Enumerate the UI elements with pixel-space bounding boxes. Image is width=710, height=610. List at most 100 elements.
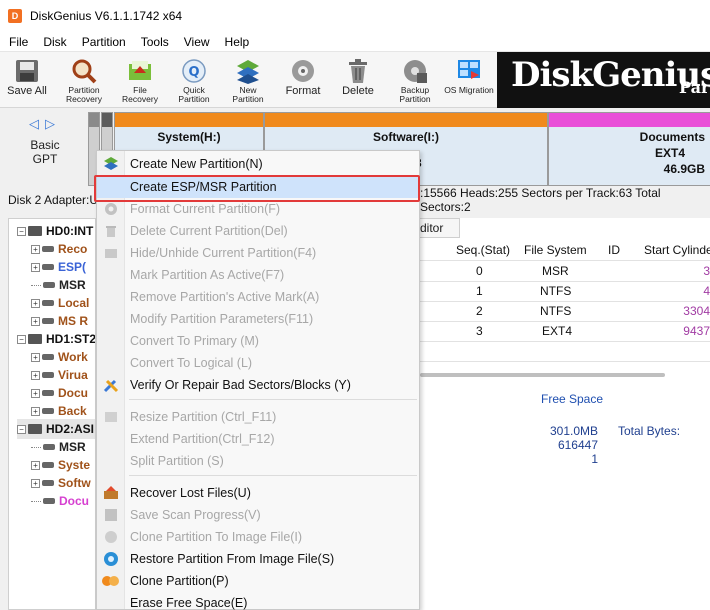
tree-part-msr3[interactable]: MSR [31,437,86,457]
col-start-cylinder[interactable]: Start Cylinde [638,240,710,260]
menu-extend-partition[interactable]: Extend Partition(Ctrl_F12) [97,428,419,450]
expand-icon[interactable]: + [31,478,40,488]
menu-convert-logical[interactable]: Convert To Logical (L) [97,352,419,374]
menu-clone-partition[interactable]: Clone Partition(P) [97,570,419,592]
delete-label: Delete [342,85,374,97]
file-recovery-button[interactable]: File Recovery [116,54,164,106]
tree-part-local[interactable]: + Local [31,293,89,313]
new-partition-button[interactable]: New Partition [224,54,272,106]
tree-part-esp[interactable]: + ESP( [31,257,86,277]
table-scrollbar[interactable] [420,373,665,377]
partition-icon [42,372,54,378]
tree-part-reco[interactable]: + Reco [31,239,87,259]
file-recovery-label: File Recovery [122,85,158,104]
expand-icon[interactable]: + [31,460,40,470]
disk-nav-arrows[interactable]: ◁▷ [10,116,80,132]
backup-partition-button[interactable]: Backup Partition [392,54,438,106]
menu-restore-from-image[interactable]: Restore Partition From Image File(S) [97,548,419,570]
format-icon [97,198,125,220]
tree-part-msr[interactable]: MSR [31,275,86,295]
tab-editor[interactable]: ditor [420,218,460,238]
collapse-icon[interactable]: − [17,424,26,434]
tree-part-work[interactable]: + Work [31,347,88,367]
expand-icon[interactable]: + [31,298,40,308]
tree-part-softw[interactable]: + Softw [31,473,91,493]
tree-disk-hd1[interactable]: − HD1:ST2 [17,329,95,349]
row3-seq: 3 [476,324,483,338]
menu-partition[interactable]: Partition [73,35,132,49]
partition-block-documents[interactable]: Documents EXT4 46.9GB [548,112,710,186]
tree-disk-hd2[interactable]: − HD2:ASI [17,419,95,439]
delete-button[interactable]: Delete [336,54,380,106]
format-button[interactable]: Format [282,54,324,106]
menu-file[interactable]: File [0,35,34,49]
expand-icon[interactable]: + [31,244,40,254]
menu-erase-free-space[interactable]: Erase Free Space(E) [97,592,419,610]
magnifier-icon [69,56,99,86]
menu-clone-to-image[interactable]: Clone Partition To Image File(I) [97,526,419,548]
restore-icon [97,548,125,570]
partition-table-panel: ditor Seq.(Stat) File System ID Start Cy… [420,218,710,610]
prev-disk-icon[interactable]: ◁ [29,116,45,131]
free-space-count: 1 [591,452,598,466]
title-bar: D DiskGenius V6.1.1.1742 x64 [0,0,710,32]
partition-icon [43,444,55,450]
menu-mark-active[interactable]: Mark Partition As Active(F7) [97,264,419,286]
tree-part-msr2[interactable]: + MS R [31,311,88,331]
partition-icon [43,498,55,504]
hard-disk-icon [28,424,42,434]
expand-icon[interactable]: + [31,352,40,362]
hard-disk-icon [28,226,42,236]
menu-delete-partition[interactable]: Delete Current Partition(Del) [97,220,419,242]
row0-start: 3 [703,264,710,278]
disk-tree[interactable]: − HD0:INT + Reco + ESP( MSR + Local + MS R − H… [8,218,96,610]
tree-part-docu2[interactable]: Docu [31,491,89,511]
partition-icon [42,318,54,324]
partition-documents-name: Documents [639,130,705,144]
menu-modify-parameters[interactable]: Modify Partition Parameters(F11) [97,308,419,330]
expand-icon[interactable]: + [31,316,40,326]
row0-fs: MSR [542,264,569,278]
menu-recover-lost-files[interactable]: Recover Lost Files(U) [97,482,419,504]
col-file-system[interactable]: File System [518,240,606,260]
partition-icon [42,480,54,486]
next-disk-icon[interactable]: ▷ [45,116,61,131]
save-all-button[interactable]: Save All [4,54,50,106]
trash-icon [343,56,373,86]
menu-create-new-partition[interactable]: Create New Partition(N) [97,153,419,175]
menu-convert-primary[interactable]: Convert To Primary (M) [97,330,419,352]
expand-icon[interactable]: + [31,262,40,272]
expand-icon[interactable]: + [31,406,40,416]
menu-help[interactable]: Help [216,35,256,49]
collapse-icon[interactable]: − [17,226,26,236]
os-migration-button[interactable]: OS Migration [442,54,496,106]
brand-tail: Part [679,78,710,97]
repair-icon [97,374,125,396]
quick-partition-button[interactable]: Q Quick Partition [170,54,218,106]
expand-icon[interactable]: + [31,370,40,380]
partition-recovery-button[interactable]: Partition Recovery [58,54,110,106]
tree-disk-hd0[interactable]: − HD0:INT [17,221,93,241]
menu-resize-partition[interactable]: Resize Partition (Ctrl_F11) [97,406,419,428]
menu-create-esp-msr-partition[interactable]: Create ESP/MSR Partition [97,176,419,198]
menu-remove-active-mark[interactable]: Remove Partition's Active Mark(A) [97,286,419,308]
menu-verify-repair[interactable]: Verify Or Repair Bad Sectors/Blocks (Y) [97,374,419,396]
col-id[interactable]: ID [602,240,642,260]
collapse-icon[interactable]: − [17,334,26,344]
menu-disk[interactable]: Disk [34,35,72,49]
tree-part-virua[interactable]: + Virua [31,365,88,385]
clone-icon [97,570,125,592]
menu-tools[interactable]: Tools [132,35,175,49]
expand-icon[interactable]: + [31,388,40,398]
menu-view[interactable]: View [175,35,216,49]
menu-save-scan-progress[interactable]: Save Scan Progress(V) [97,504,419,526]
menu-format-partition[interactable]: Format Current Partition(F) [97,198,419,220]
backup-icon [400,56,430,86]
tree-part-syste[interactable]: + Syste [31,455,90,475]
menu-hide-unhide-partition[interactable]: Hide/Unhide Current Partition(F4) [97,242,419,264]
disk-adapter-info: Disk 2 Adapter:U [8,193,99,207]
tree-part-back[interactable]: + Back [31,401,87,421]
menu-split-partition[interactable]: Split Partition (S) [97,450,419,472]
tree-part-docu[interactable]: + Docu [31,383,88,403]
hard-disk-icon [28,334,42,344]
